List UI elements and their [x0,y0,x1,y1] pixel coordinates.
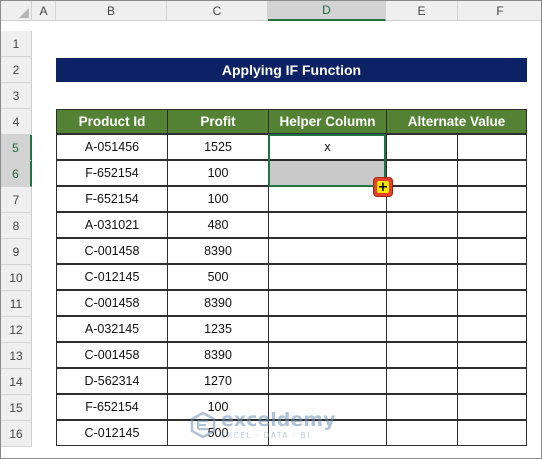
sheet-title[interactable]: Applying IF Function [56,58,527,82]
helper-cell[interactable] [268,264,387,290]
helper-cell[interactable] [268,186,387,212]
column-header-d[interactable]: D [268,1,386,21]
product-id-cell[interactable]: F-652154 [56,394,168,420]
product-id-cell[interactable]: C-012145 [56,420,168,446]
alternate-value-cell-f[interactable] [457,264,527,290]
product-id-cell[interactable]: D-562314 [56,368,168,394]
profit-cell[interactable]: 100 [167,186,269,212]
helper-cell[interactable]: x [268,134,387,160]
alternate-value-cell[interactable] [386,342,458,368]
alternate-value-cell-f[interactable] [457,134,527,160]
crosshair-plus-icon: + [377,179,389,195]
column-header-e[interactable]: E [386,1,458,21]
header-product-id[interactable]: Product Id [56,109,168,134]
product-id-cell[interactable]: C-001458 [56,238,168,264]
alternate-value-cell-f[interactable] [457,212,527,238]
row-header-13[interactable]: 13 [1,343,32,369]
row-header-3[interactable]: 3 [1,83,32,109]
row-header-11[interactable]: 11 [1,291,32,317]
product-id-cell[interactable]: C-012145 [56,264,168,290]
column-header-f[interactable]: F [458,1,541,21]
row-header-5[interactable]: 5 [1,135,32,161]
helper-cell[interactable] [268,394,387,420]
row-header-12[interactable]: 12 [1,317,32,343]
alternate-value-cell-f[interactable] [457,394,527,420]
helper-cell[interactable] [268,212,387,238]
row-header-16[interactable]: 16 [1,421,32,447]
helper-cell[interactable] [268,420,387,446]
header-profit[interactable]: Profit [167,109,269,134]
row-header-10[interactable]: 10 [1,265,32,291]
helper-cell[interactable] [268,316,387,342]
alternate-value-cell[interactable] [386,264,458,290]
profit-cell[interactable]: 1270 [167,368,269,394]
profit-cell[interactable]: 1525 [167,134,269,160]
spreadsheet-window: A B C D E F 1 2 3 4 5 6 7 8 9 10 11 12 1… [0,0,542,459]
alternate-value-cell-f[interactable] [457,368,527,394]
alternate-value-cell-f[interactable] [457,238,527,264]
profit-cell[interactable]: 500 [167,264,269,290]
row-header-9[interactable]: 9 [1,239,32,265]
select-all-triangle-icon [19,8,29,18]
header-alternate-value[interactable]: Alternate Value [386,109,527,134]
profit-cell[interactable]: 8390 [167,342,269,368]
product-id-cell[interactable]: A-051456 [56,134,168,160]
profit-cell[interactable]: 8390 [167,290,269,316]
column-header-c[interactable]: C [167,1,268,21]
row-header-6[interactable]: 6 [1,161,32,187]
alternate-value-cell-f[interactable] [457,290,527,316]
alternate-value-cell[interactable] [386,186,458,212]
product-id-cell[interactable]: F-652154 [56,186,168,212]
row-header-1[interactable]: 1 [1,31,32,57]
alternate-value-cell[interactable] [386,394,458,420]
alternate-value-cell[interactable] [386,290,458,316]
product-id-cell[interactable]: C-001458 [56,290,168,316]
header-helper-column[interactable]: Helper Column [268,109,387,134]
row-header-15[interactable]: 15 [1,395,32,421]
profit-cell[interactable]: 100 [167,394,269,420]
row-header-4[interactable]: 4 [1,109,32,135]
row-header-14[interactable]: 14 [1,369,32,395]
profit-cell[interactable]: 480 [167,212,269,238]
product-id-cell[interactable]: F-652154 [56,160,168,186]
product-id-cell[interactable]: A-031021 [56,212,168,238]
helper-cell[interactable] [268,368,387,394]
fill-handle-cursor[interactable]: + [374,178,392,196]
alternate-value-cell[interactable] [386,134,458,160]
product-id-cell[interactable]: C-001458 [56,342,168,368]
helper-cell-selected[interactable] [268,160,387,186]
alternate-value-cell[interactable] [386,160,458,186]
select-all-corner[interactable] [1,1,32,21]
column-header-b[interactable]: B [56,1,167,21]
alternate-value-cell-f[interactable] [457,160,527,186]
alternate-value-cell[interactable] [386,420,458,446]
product-id-cell[interactable]: A-032145 [56,316,168,342]
profit-cell[interactable]: 500 [167,420,269,446]
alternate-value-cell[interactable] [386,368,458,394]
alternate-value-cell-f[interactable] [457,342,527,368]
helper-cell[interactable] [268,238,387,264]
helper-cell[interactable] [268,290,387,316]
alternate-value-cell-f[interactable] [457,186,527,212]
alternate-value-cell[interactable] [386,316,458,342]
row-header-7[interactable]: 7 [1,187,32,213]
profit-cell[interactable]: 8390 [167,238,269,264]
row-header-8[interactable]: 8 [1,213,32,239]
column-header-a[interactable]: A [32,1,56,21]
row-header-2[interactable]: 2 [1,57,32,83]
profit-cell[interactable]: 100 [167,160,269,186]
alternate-value-cell[interactable] [386,212,458,238]
alternate-value-cell-f[interactable] [457,316,527,342]
alternate-value-cell-f[interactable] [457,420,527,446]
profit-cell[interactable]: 1235 [167,316,269,342]
alternate-value-cell[interactable] [386,238,458,264]
helper-cell[interactable] [268,342,387,368]
